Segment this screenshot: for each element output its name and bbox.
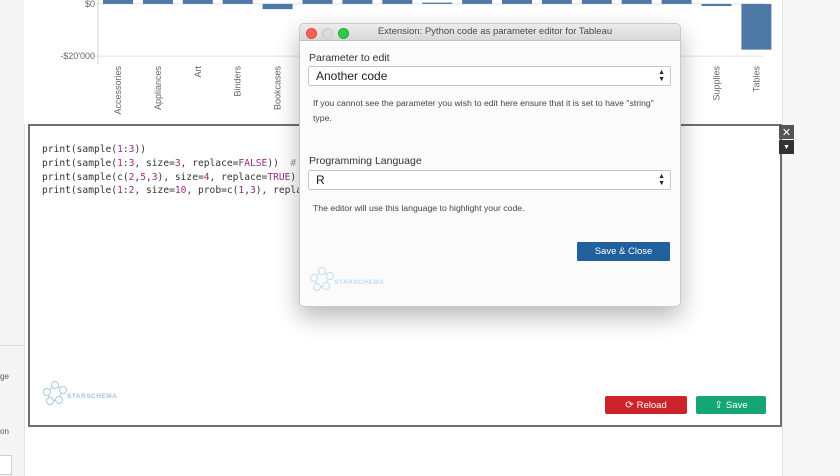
bar[interactable] bbox=[103, 0, 133, 4]
reload-button-label: Reload bbox=[636, 399, 667, 411]
sidebar-cut-text: ge bbox=[0, 372, 9, 381]
extension-menu-button[interactable]: ▼ bbox=[779, 140, 794, 154]
language-help-text: The editor will use this language to hig… bbox=[313, 203, 525, 213]
bar[interactable] bbox=[502, 0, 532, 4]
bar[interactable] bbox=[462, 0, 493, 4]
sidebar-cut-text: on bbox=[0, 427, 9, 436]
bar[interactable] bbox=[342, 0, 373, 4]
code-line: print(sample(1:2, size=10, prob=c(1,3), … bbox=[42, 185, 314, 197]
bar[interactable] bbox=[422, 2, 453, 4]
close-extension-button[interactable]: ✕ bbox=[779, 125, 794, 139]
select-arrows-icon: ▲ ▼ bbox=[658, 69, 665, 83]
bar[interactable] bbox=[262, 3, 293, 10]
x-tick-label: Binders bbox=[233, 66, 243, 97]
parameter-select-value: Another code bbox=[316, 69, 388, 83]
x-tick-label: Bookcases bbox=[273, 66, 283, 111]
refresh-icon: ⟳ bbox=[625, 399, 634, 411]
upload-icon: ⇪ bbox=[714, 399, 723, 411]
extension-dialog: Extension: Python code as parameter edit… bbox=[299, 23, 681, 307]
bar[interactable] bbox=[621, 0, 652, 4]
bar[interactable] bbox=[182, 0, 213, 4]
starschema-logo: STARSCHEMA bbox=[308, 266, 384, 294]
language-label: Programming Language bbox=[309, 155, 422, 167]
select-arrows-icon: ▲ ▼ bbox=[658, 173, 665, 187]
x-tick-label: Supplies bbox=[712, 66, 722, 101]
y-tick-label: $0 bbox=[85, 0, 95, 9]
code-line: print(sample(1:3, size=3, replace=FALSE)… bbox=[42, 157, 314, 169]
bar[interactable] bbox=[661, 0, 692, 4]
parameter-select[interactable]: Another code ▲ ▼ bbox=[308, 66, 671, 86]
parameter-help-text: If you cannot see the parameter you wish… bbox=[313, 98, 654, 123]
language-select-value: R bbox=[316, 173, 325, 187]
starschema-logo: STARSCHEMA bbox=[41, 380, 117, 408]
bar[interactable] bbox=[142, 0, 173, 4]
sidebar-divider bbox=[0, 345, 24, 346]
close-icon: ✕ bbox=[781, 126, 792, 139]
dialog-titlebar: Extension: Python code as parameter edit… bbox=[300, 24, 680, 41]
bar[interactable] bbox=[701, 3, 732, 7]
starschema-logo-text: STARSCHEMA bbox=[334, 278, 385, 286]
parameter-label: Parameter to edit bbox=[309, 52, 390, 64]
code-line: print(sample(1:3)) bbox=[42, 144, 146, 155]
dialog-title: Extension: Python code as parameter edit… bbox=[377, 26, 613, 37]
y-tick-label: -$20'000 bbox=[60, 51, 95, 61]
bar[interactable] bbox=[222, 0, 253, 4]
bar[interactable] bbox=[382, 0, 413, 4]
reload-button[interactable]: ⟳ Reload bbox=[605, 396, 687, 414]
chevron-down-icon: ▼ bbox=[783, 143, 790, 151]
sidebar-input-fragment[interactable] bbox=[0, 455, 12, 475]
bar[interactable] bbox=[541, 0, 572, 4]
x-tick-label: Appliances bbox=[153, 66, 163, 111]
right-panel bbox=[782, 0, 840, 476]
bar[interactable] bbox=[581, 0, 612, 4]
starschema-logo-text: STARSCHEMA bbox=[67, 392, 118, 400]
x-tick-label: Tables bbox=[751, 66, 761, 93]
code-editor[interactable]: print(sample(1:3)) print(sample(1:3, size… bbox=[42, 143, 314, 198]
save-button-label: Save bbox=[725, 399, 748, 411]
save-button[interactable]: ⇪ Save bbox=[696, 396, 766, 414]
x-tick-label: Art bbox=[193, 66, 203, 78]
left-sidebar: ge on bbox=[0, 0, 25, 476]
code-line: print(sample(c(2,5,3), size=4, replace=T… bbox=[42, 171, 297, 183]
x-tick-label: Accessories bbox=[113, 66, 123, 115]
save-and-close-button[interactable]: Save & Close bbox=[577, 242, 670, 261]
language-select[interactable]: R ▲ ▼ bbox=[308, 170, 671, 190]
bar[interactable] bbox=[741, 3, 772, 50]
bar[interactable] bbox=[302, 0, 333, 4]
